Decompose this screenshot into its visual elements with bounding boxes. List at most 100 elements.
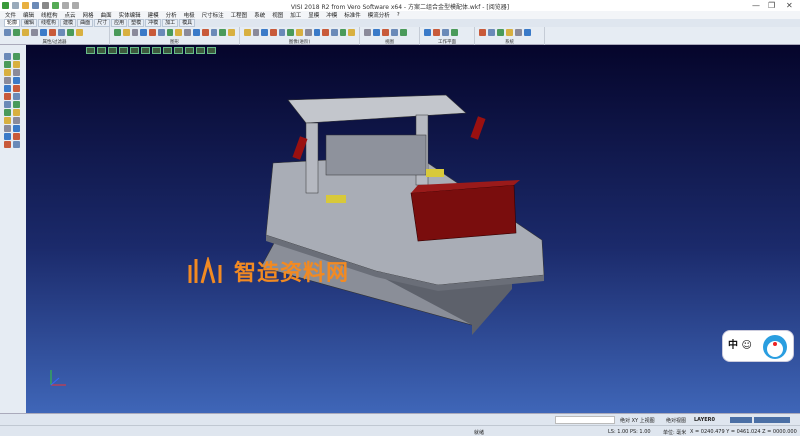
ribbon-tool-icon[interactable] xyxy=(4,29,11,36)
ribbon-tab[interactable]: 尺寸 xyxy=(94,19,111,27)
left-tool-icon[interactable] xyxy=(13,109,20,116)
ribbon-tool-icon[interactable] xyxy=(442,29,449,36)
left-tool-icon[interactable] xyxy=(13,133,20,140)
ribbon-tool-icon[interactable] xyxy=(304,29,312,36)
menu-item[interactable]: 尺寸标注 xyxy=(202,11,224,19)
ribbon-tool-icon[interactable] xyxy=(339,29,347,36)
ribbon-tool-icon[interactable] xyxy=(219,29,227,36)
ribbon-tool-icon[interactable] xyxy=(149,29,156,36)
left-tool-icon[interactable] xyxy=(4,125,11,132)
menu-item[interactable]: 冲模 xyxy=(326,11,337,19)
group-icons[interactable] xyxy=(0,27,109,38)
ribbon-tab[interactable]: 塑模 xyxy=(128,19,145,27)
ribbon-tool-icon[interactable] xyxy=(22,29,29,36)
ribbon-tool-icon[interactable] xyxy=(122,29,130,36)
ribbon-tool-icon[interactable] xyxy=(322,29,329,36)
ribbon-tool-icon[interactable] xyxy=(424,29,431,36)
ribbon-tab[interactable]: 加工 xyxy=(162,19,179,27)
left-tool-icon[interactable] xyxy=(4,93,11,100)
group-icons[interactable] xyxy=(240,27,359,38)
color-swatch[interactable] xyxy=(730,417,752,423)
menu-item[interactable]: 编辑 xyxy=(23,11,34,19)
menu-item[interactable]: 电极 xyxy=(184,11,195,19)
menu-item[interactable]: 工程图 xyxy=(231,11,248,19)
ribbon-tool-icon[interactable] xyxy=(497,29,504,36)
ribbon-tool-icon[interactable] xyxy=(228,29,235,36)
ribbon-tool-icon[interactable] xyxy=(210,29,218,36)
left-tool-icon[interactable] xyxy=(4,53,11,60)
ribbon-tool-icon[interactable] xyxy=(373,29,380,36)
ribbon-tool-icon[interactable] xyxy=(524,29,531,36)
left-tool-icon[interactable] xyxy=(4,69,11,76)
left-tool-icon[interactable] xyxy=(4,109,11,116)
unit-readout[interactable]: 单位: 毫米 xyxy=(663,429,686,436)
ribbon-tool-icon[interactable] xyxy=(252,29,260,36)
left-tool-icon[interactable] xyxy=(13,53,20,60)
ribbon-tool-icon[interactable] xyxy=(451,29,458,36)
ribbon-tool-icon[interactable] xyxy=(278,29,286,36)
ribbon-tool-icon[interactable] xyxy=(114,29,121,36)
left-tool-icon[interactable] xyxy=(4,101,11,108)
menu-item[interactable]: 视图 xyxy=(272,11,283,19)
menu-item[interactable]: 点云 xyxy=(65,11,76,19)
left-tool-icon[interactable] xyxy=(13,93,20,100)
ribbon-tool-icon[interactable] xyxy=(313,29,321,36)
ribbon-tool-icon[interactable] xyxy=(140,29,148,36)
left-tool-icon[interactable] xyxy=(13,69,20,76)
minimize-button[interactable]: — xyxy=(752,1,760,10)
ribbon-tool-icon[interactable] xyxy=(261,29,269,36)
ribbon-tool-icon[interactable] xyxy=(40,29,47,36)
ribbon-tab[interactable]: 轮廓 xyxy=(4,19,21,27)
ribbon-tool-icon[interactable] xyxy=(184,29,192,36)
ribbon-tab[interactable]: 冲模 xyxy=(145,19,162,27)
menu-item[interactable]: 线框构 xyxy=(41,11,58,19)
menu-item[interactable]: 分析 xyxy=(166,11,177,19)
lineweight-swatch[interactable] xyxy=(776,417,790,423)
ribbon-tool-icon[interactable] xyxy=(287,29,295,36)
left-tool-icon[interactable] xyxy=(4,85,11,92)
ribbon-tool-icon[interactable] xyxy=(348,29,355,36)
ribbon-tab[interactable]: 线框构 xyxy=(38,19,60,27)
group-icons[interactable] xyxy=(420,27,474,38)
menu-item[interactable]: 实体编辑 xyxy=(119,11,141,19)
layer-name[interactable]: LAYER0 xyxy=(694,417,715,423)
left-tool-icon[interactable] xyxy=(13,61,20,68)
left-tool-icon[interactable] xyxy=(4,61,11,68)
menu-item[interactable]: 显模 xyxy=(308,11,319,19)
ribbon-tool-icon[interactable] xyxy=(506,29,513,36)
ribbon-tool-icon[interactable] xyxy=(330,29,338,36)
menu-item[interactable]: 标准件 xyxy=(344,11,361,19)
3d-viewport[interactable] xyxy=(26,45,800,413)
ribbon-tool-icon[interactable] xyxy=(157,29,165,36)
linetype-swatch[interactable] xyxy=(754,417,776,423)
ribbon-tab[interactable]: 编辑 xyxy=(21,19,38,27)
ribbon-tool-icon[interactable] xyxy=(364,29,371,36)
ribbon-tool-icon[interactable] xyxy=(433,29,440,36)
ribbon-tool-icon[interactable] xyxy=(244,29,251,36)
ribbon-tool-icon[interactable] xyxy=(131,29,139,36)
ribbon-tool-icon[interactable] xyxy=(166,29,174,36)
group-icons[interactable] xyxy=(110,27,239,38)
menu-item[interactable]: 曲面 xyxy=(101,11,112,19)
ribbon-tool-icon[interactable] xyxy=(201,29,209,36)
ribbon-tab[interactable]: 应用 xyxy=(111,19,128,27)
ribbon-tab[interactable]: 曲面 xyxy=(77,19,94,27)
menu-item[interactable]: 建模 xyxy=(148,11,159,19)
ribbon-tool-icon[interactable] xyxy=(31,29,38,36)
ribbon-tool-icon[interactable] xyxy=(488,29,495,36)
close-button[interactable]: ✕ xyxy=(786,1,793,10)
left-tool-icon[interactable] xyxy=(4,117,11,124)
left-tool-icon[interactable] xyxy=(13,141,20,148)
ribbon-tool-icon[interactable] xyxy=(391,29,398,36)
menu-item[interactable]: 模流分析 xyxy=(368,11,390,19)
ribbon-tool-icon[interactable] xyxy=(382,29,389,36)
group-icons[interactable] xyxy=(360,27,419,38)
ribbon-tool-icon[interactable] xyxy=(479,29,486,36)
left-tool-icon[interactable] xyxy=(13,101,20,108)
ribbon-tab[interactable]: 建模 xyxy=(60,19,77,27)
menu-item[interactable]: 系统 xyxy=(254,11,265,19)
menu-item[interactable]: 加工 xyxy=(290,11,301,19)
ribbon-tool-icon[interactable] xyxy=(13,29,20,36)
maximize-button[interactable]: ❐ xyxy=(768,1,775,10)
menu-item[interactable]: 文件 xyxy=(5,11,16,19)
